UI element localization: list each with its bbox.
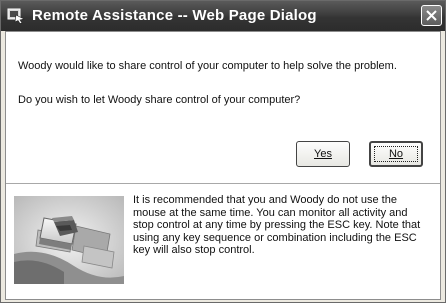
remote-assistance-icon bbox=[7, 8, 25, 24]
yes-button-label: Yes bbox=[314, 148, 332, 160]
info-text: It is recommended that you and Woody do … bbox=[133, 194, 421, 257]
esc-key-illustration bbox=[14, 196, 124, 284]
no-button[interactable]: No bbox=[369, 141, 423, 167]
no-button-label: No bbox=[388, 148, 404, 160]
request-message: Woody would like to share control of you… bbox=[18, 60, 397, 72]
info-panel: It is recommended that you and Woody do … bbox=[6, 184, 440, 299]
close-icon bbox=[426, 10, 437, 21]
close-button[interactable] bbox=[421, 5, 442, 26]
title-bar[interactable]: Remote Assistance -- Web Page Dialog bbox=[1, 1, 445, 31]
window-title: Remote Assistance -- Web Page Dialog bbox=[32, 7, 317, 24]
yes-button[interactable]: Yes bbox=[296, 141, 350, 167]
dialog-window: Remote Assistance -- Web Page Dialog Woo… bbox=[0, 0, 446, 303]
question-text: Do you wish to let Woody share control o… bbox=[18, 94, 301, 106]
dialog-content: Woody would like to share control of you… bbox=[5, 31, 441, 300]
